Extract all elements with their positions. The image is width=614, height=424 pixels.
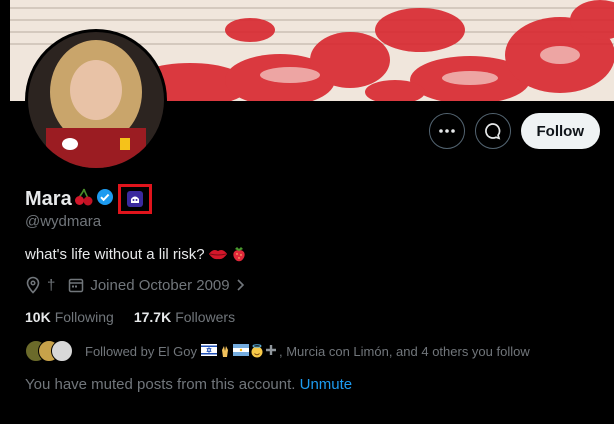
folded-hands-icon — [222, 346, 228, 357]
following-count: 10K — [25, 309, 51, 325]
strawberry-icon — [231, 245, 247, 263]
profile-actions: Follow — [428, 113, 600, 149]
location-icon — [25, 276, 41, 294]
followed-by-suffix: , Murcia con Limón, and 4 others you fol… — [279, 343, 530, 359]
follow-stats: 10K Following 17.7K Followers — [25, 309, 255, 325]
halo-face-icon — [251, 344, 263, 358]
follow-button[interactable]: Follow — [520, 113, 600, 149]
avatar[interactable] — [25, 29, 167, 171]
location-text: † — [47, 276, 56, 294]
followed-by-prefix: Followed by El Goy — [85, 343, 197, 359]
profile-bio: what's life without a lil risk? — [25, 245, 247, 263]
plus-icon — [266, 345, 276, 355]
affiliate-highlight-box — [117, 184, 152, 214]
more-icon — [438, 129, 455, 133]
bio-text: what's life without a lil risk? — [25, 245, 205, 263]
argentina-flag-icon — [233, 344, 249, 356]
avatar-image — [28, 32, 164, 168]
message-button[interactable] — [474, 113, 511, 149]
followers-link[interactable]: 17.7K Followers — [134, 309, 235, 325]
followers-label: Followers — [175, 309, 236, 325]
calendar-icon — [68, 277, 84, 293]
lips-icon — [208, 246, 228, 262]
unmute-link[interactable]: Unmute — [300, 376, 353, 393]
muted-notice: You have muted posts from this account. … — [25, 376, 352, 393]
chevron-right-icon[interactable] — [235, 278, 245, 292]
avatar-mutual-3 — [51, 340, 73, 362]
name-emojis — [201, 344, 277, 358]
user-handle: @wydmara — [25, 213, 102, 230]
joined-date: Joined October 2009 — [90, 276, 230, 294]
verified-badge-icon[interactable] — [96, 188, 114, 211]
more-button[interactable] — [428, 113, 465, 149]
affiliate-badge-icon[interactable] — [126, 191, 143, 207]
name-row: Mara — [25, 184, 152, 214]
cherry-icon — [74, 187, 94, 212]
facepile — [25, 340, 77, 362]
israel-flag-icon — [201, 344, 217, 356]
followers-you-know[interactable]: Followed by El Goy , Murcia con Limón, a… — [25, 340, 530, 362]
banner-edge — [0, 0, 10, 101]
message-icon — [484, 123, 500, 140]
following-label: Following — [54, 309, 114, 325]
muted-text: You have muted posts from this account. — [25, 376, 296, 393]
followers-count: 17.7K — [133, 309, 172, 325]
following-link[interactable]: 10K Following — [25, 309, 114, 325]
display-name: Mara — [25, 187, 72, 210]
profile-meta: † Joined October 2009 — [25, 276, 245, 294]
